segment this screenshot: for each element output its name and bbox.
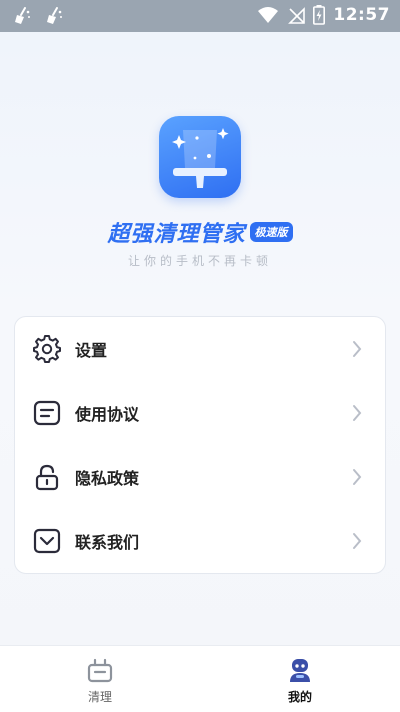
menu-item-user-agreement[interactable]: 使用协议 — [15, 381, 385, 445]
tab-label: 我的 — [287, 690, 312, 704]
contact-icon — [33, 527, 61, 555]
status-time: 12:57 — [333, 5, 390, 25]
app-version-badge: 极速版 — [249, 222, 293, 242]
wifi-icon — [258, 7, 279, 23]
tab-clean[interactable]: 清理 — [50, 646, 150, 712]
document-icon — [33, 399, 61, 427]
menu-item-label: 设置 — [75, 341, 108, 360]
menu-item-label: 联系我们 — [75, 533, 140, 552]
status-bar: 12:57 — [0, 0, 400, 32]
chevron-right-icon — [353, 405, 362, 421]
tab-mine[interactable]: 我的 — [250, 646, 350, 712]
chevron-right-icon — [353, 469, 362, 485]
chevron-right-icon — [353, 341, 362, 357]
tab-label: 清理 — [87, 690, 112, 704]
menu-item-contact-us[interactable]: 联系我们 — [15, 509, 385, 573]
battery-charging-icon — [313, 5, 326, 25]
lock-icon — [33, 463, 61, 491]
gear-icon — [33, 335, 61, 363]
clean-icon — [87, 658, 113, 683]
chevron-right-icon — [353, 533, 362, 549]
menu-card: 设置 使用协议 隐私政策 联系我们 — [14, 316, 386, 574]
no-sim-icon — [288, 7, 306, 24]
app-title-row: 超强清理管家 极速版 — [0, 216, 400, 248]
app-title: 超强清理管家 — [107, 222, 246, 247]
profile-icon — [290, 659, 310, 682]
app-slogan: 让你的手机不再卡顿 — [127, 254, 272, 268]
menu-item-label: 使用协议 — [75, 405, 140, 424]
broom-notification-icon — [15, 7, 30, 24]
menu-item-label: 隐私政策 — [75, 469, 140, 488]
app-logo — [159, 116, 241, 198]
broom-logo-icon — [172, 128, 229, 188]
menu-item-settings[interactable]: 设置 — [15, 317, 385, 381]
menu-item-privacy-policy[interactable]: 隐私政策 — [15, 445, 385, 509]
broom-notification-icon — [47, 7, 62, 24]
bottom-nav: 清理 我的 — [0, 645, 400, 712]
